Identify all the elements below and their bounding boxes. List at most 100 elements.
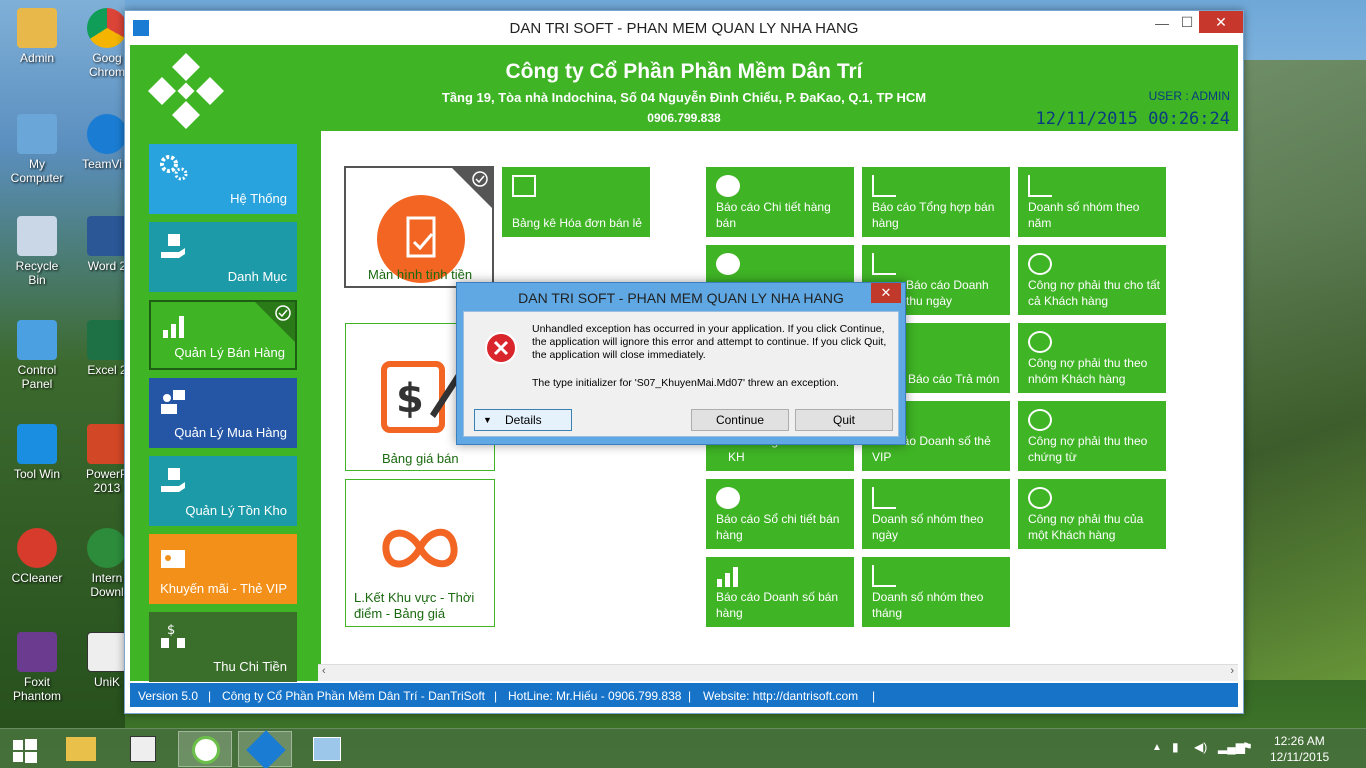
start-button[interactable]	[0, 731, 50, 767]
person-money-icon	[1028, 487, 1052, 509]
window-titlebar[interactable]: DAN TRI SOFT - PHAN MEM QUAN LY NHA HANG…	[125, 11, 1243, 45]
tile-doanh-so-nhom-nam[interactable]: Doanh số nhóm theo năm	[1018, 167, 1166, 237]
desktop-icon-ccleaner[interactable]: CCleaner	[7, 528, 67, 585]
scroll-left-icon[interactable]: ‹	[322, 665, 326, 677]
pie-chart-icon	[716, 253, 740, 275]
chrome-icon	[87, 8, 127, 48]
flag-icon[interactable]: ⚑	[1242, 740, 1253, 754]
status-sep-3: |	[688, 689, 692, 703]
error-dialog: DAN TRI SOFT - PHAN MEM QUAN LY NHA HANG…	[456, 282, 906, 445]
desktop-icon-my-computer[interactable]: My Computer	[7, 114, 67, 185]
error-icon	[485, 332, 517, 364]
tile-doanh-so-nhom-thang[interactable]: Doanh số nhóm theo tháng	[862, 557, 1010, 627]
desktop-background-right	[1240, 60, 1366, 680]
gears-icon	[160, 155, 188, 181]
tile-man-hinh-tinh-tien[interactable]: Màn hình tính tiền	[344, 166, 494, 288]
close-button[interactable]: ✕	[1199, 11, 1243, 33]
sidebar-item-quan-ly-ban-hang[interactable]: Quản Lý Bán Hàng	[149, 300, 297, 370]
scroll-right-icon[interactable]: ›	[1230, 665, 1234, 677]
continue-button[interactable]: Continue	[691, 409, 789, 431]
purchase-icon	[161, 390, 185, 414]
network-icon[interactable]: ▂▄▆	[1218, 740, 1245, 754]
download-icon	[87, 528, 127, 568]
status-sep-2: |	[494, 689, 498, 703]
computer-icon	[17, 114, 57, 154]
tile-doanh-so-nhom-ngay[interactable]: Doanh số nhóm theo ngày	[862, 479, 1010, 549]
sidebar-item-he-thong[interactable]: Hệ Thống	[149, 144, 297, 214]
tray-time[interactable]: 12:26 AM	[1274, 734, 1325, 748]
sidebar-item-quan-ly-mua-hang[interactable]: Quản Lý Mua Hàng	[149, 378, 297, 448]
status-company: Công ty Cổ Phần Phần Mềm Dân Trí - DanTr…	[222, 689, 485, 703]
quit-button[interactable]: Quit	[795, 409, 893, 431]
battery-icon[interactable]: ▮	[1172, 740, 1179, 754]
tile-so-chi-tiet-ban-hang[interactable]: Báo cáo Sổ chi tiết bán hàng	[706, 479, 854, 549]
pie-chart-icon	[716, 487, 740, 509]
tray-date[interactable]: 12/11/2015	[1270, 750, 1329, 764]
window-icon	[313, 737, 341, 761]
details-button[interactable]: ▼ Details	[474, 409, 572, 431]
price-list-icon: $	[381, 361, 461, 433]
tile-lien-ket-khu-vuc[interactable]: L.Kết Khu vực - Thời điểm - Bảng giá	[345, 479, 495, 627]
link-cycle-icon	[382, 528, 458, 568]
taskbar-app-1[interactable]	[178, 731, 232, 767]
company-header: Công ty Cổ Phần Phần Mềm Dân Trí Tầng 19…	[130, 45, 1238, 131]
dantri-logo-icon	[246, 730, 286, 768]
desktop-icon-admin[interactable]: Admin	[7, 8, 67, 65]
person-money-icon	[1028, 331, 1052, 353]
taskbar-app-3[interactable]	[300, 731, 354, 767]
dialog-close-button[interactable]: ✕	[871, 283, 901, 303]
tile-cong-no-nhom-kh[interactable]: Công nợ phải thu theo nhóm Khách hàng	[1018, 323, 1166, 393]
unikey-icon	[87, 632, 127, 672]
line-chart-icon	[1028, 175, 1052, 197]
user-label: USER : ADMIN	[1148, 89, 1230, 103]
ccleaner-icon	[17, 528, 57, 568]
tray-expand-icon[interactable]: ▲	[1152, 742, 1162, 753]
minimize-button[interactable]: —	[1149, 15, 1175, 37]
taskbar-unikey[interactable]	[116, 731, 170, 767]
taskbar-dantri-app[interactable]	[238, 730, 292, 768]
inventory-icon	[161, 468, 185, 492]
tile-bao-cao-tong-hop[interactable]: Báo cáo Tổng hợp bán hàng	[862, 167, 1010, 237]
company-address: Tầng 19, Tòa nhà Indochina, Số 04 Nguyễn…	[441, 90, 927, 105]
tile-bang-ke-hoa-don[interactable]: Bảng kê Hóa đơn bán lẻ	[502, 167, 650, 237]
sidebar-item-quan-ly-ton-kho[interactable]: Quản Lý Tồn Kho	[149, 456, 297, 526]
status-bar: Version 5.0 | Công ty Cổ Phần Phần Mềm D…	[130, 683, 1238, 707]
svg-text:$: $	[396, 376, 424, 422]
window-title: DAN TRI SOFT - PHAN MEM QUAN LY NHA HANG	[509, 20, 859, 37]
foxit-icon	[17, 632, 57, 672]
status-website: Website: http://dantrisoft.com	[703, 689, 859, 703]
status-sep-1: |	[208, 689, 212, 703]
tile-cong-no-chung-tu[interactable]: Công nợ phải thu theo chứng từ	[1018, 401, 1166, 471]
chevron-down-icon: ▼	[483, 415, 492, 425]
tile-doanh-so-ban-hang[interactable]: Báo cáo Doanh số bán hàng	[706, 557, 854, 627]
volume-icon[interactable]: ◀)	[1194, 740, 1207, 754]
dialog-body: Unhandled exception has occurred in your…	[463, 311, 899, 437]
line-chart-icon	[872, 253, 896, 275]
system-tray: ▲ ▮ ◀) ▂▄▆ ⚑ 12:26 AM 12/11/2015	[1146, 729, 1366, 768]
sidebar-item-thu-chi-tien[interactable]: $ Thu Chi Tiền	[149, 612, 297, 682]
horizontal-scrollbar[interactable]: ‹ ›	[318, 664, 1238, 681]
vip-card-icon	[161, 550, 185, 568]
tile-cong-no-mot-kh[interactable]: Công nợ phải thu của một Khách hàng	[1018, 479, 1166, 549]
taskbar-file-explorer[interactable]	[54, 731, 108, 767]
desktop-icon-control-panel[interactable]: Control Panel	[7, 320, 67, 391]
dialog-message: Unhandled exception has occurred in your…	[532, 323, 887, 361]
desktop-icon-foxit[interactable]: Foxit Phantom	[7, 632, 67, 703]
datetime-display: 12/11/2015 00:26:24	[1035, 109, 1230, 129]
status-version: Version 5.0	[138, 689, 199, 703]
desktop-icon-recycle-bin[interactable]: Recycle Bin	[7, 216, 67, 287]
dialog-detail: The type initializer for 'S07_KhuyenMai.…	[532, 377, 839, 389]
unikey-icon	[130, 736, 156, 762]
tile-cong-no-tat-ca-kh[interactable]: Công nợ phải thu cho tất cả Khách hàng	[1018, 245, 1166, 315]
maximize-button[interactable]: ☐	[1175, 14, 1199, 36]
control-panel-icon	[17, 320, 57, 360]
tile-bao-cao-chi-tiet-hang-ban[interactable]: Báo cáo Chi tiết hàng bán	[706, 167, 854, 237]
desktop-icon-tool-win[interactable]: Tool Win	[7, 424, 67, 481]
sidebar-item-khuyen-mai[interactable]: Khuyến mãi - Thẻ VIP	[149, 534, 297, 604]
bar-chart-icon	[163, 316, 184, 338]
line-chart-icon	[872, 565, 896, 587]
svg-text:$: $	[167, 623, 175, 638]
sidebar-item-danh-muc[interactable]: Danh Mục	[149, 222, 297, 292]
line-chart-icon	[872, 175, 896, 197]
person-money-icon	[1028, 409, 1052, 431]
